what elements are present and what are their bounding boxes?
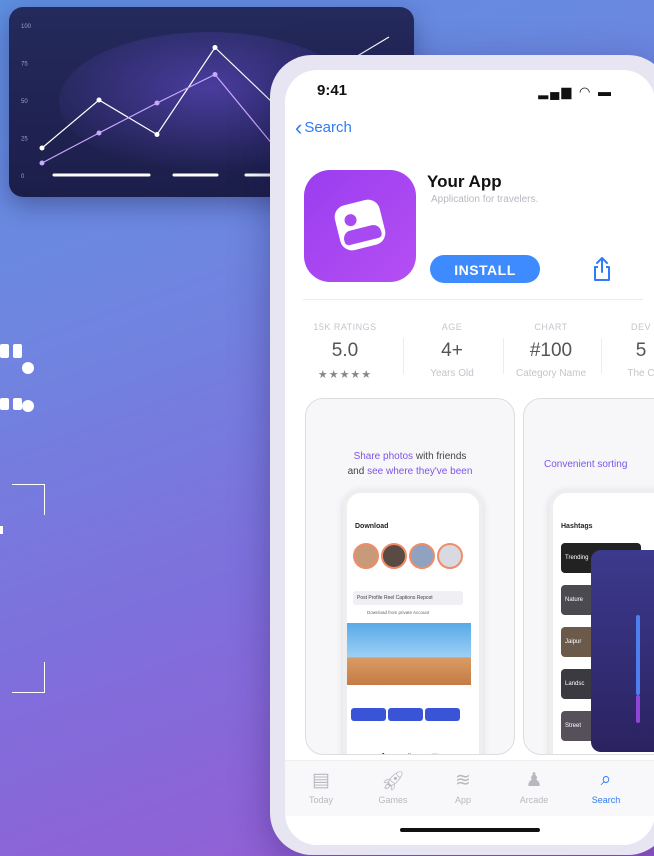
decor-dot bbox=[22, 400, 34, 412]
status-icons: ▂▄▆ ◠ ▬ bbox=[538, 84, 613, 100]
stat-value: #100 bbox=[529, 340, 573, 361]
back-label: Search bbox=[304, 119, 352, 136]
decor-square bbox=[0, 398, 9, 410]
layers-icon: ≋ bbox=[455, 770, 471, 791]
status-time: 9:41 bbox=[317, 82, 348, 99]
data-point bbox=[96, 130, 102, 136]
stat-value: 5 bbox=[635, 340, 647, 361]
data-point bbox=[39, 145, 45, 151]
tab-label: App bbox=[454, 795, 471, 805]
mini-phone: Download Post Profile Reel Captions Repo… bbox=[343, 489, 483, 754]
battery-icon: ▬ bbox=[598, 84, 613, 99]
stat-sub: Years Old bbox=[430, 368, 474, 379]
y-tick-label: 0 bbox=[21, 174, 25, 180]
caption-highlight: Share photos bbox=[353, 451, 414, 462]
decor-square bbox=[13, 398, 22, 410]
wifi-icon: ◠ bbox=[579, 84, 593, 99]
mini-title: Download bbox=[355, 523, 389, 530]
decor-mark bbox=[0, 526, 3, 534]
mini-toggle-label: Download from private Account bbox=[367, 610, 430, 615]
caption-text: with friends bbox=[413, 451, 467, 462]
tab-bar: ▤ Today 🚀︎ Games ≋ App ♟ Arcade ⌕ Search bbox=[285, 760, 654, 816]
tab-label: Search bbox=[591, 795, 621, 805]
stat-label: CHART bbox=[534, 322, 568, 332]
mini-nav: ⌂⬇#▣ bbox=[355, 752, 463, 754]
stat-ratings: 15K RATINGS 5.0 ★★★★★ bbox=[295, 322, 395, 381]
caption-highlight: Convenient sorting bbox=[544, 459, 628, 470]
mini-button: Post Profile Reel Captions Repost bbox=[353, 591, 463, 605]
y-tick-label: 100 bbox=[21, 24, 32, 30]
y-tick-label: 75 bbox=[21, 62, 28, 68]
data-point bbox=[154, 132, 160, 137]
overlay-panel bbox=[591, 550, 654, 752]
decor-bracket-top bbox=[12, 484, 45, 515]
story-avatar bbox=[353, 543, 379, 569]
caption-text: and bbox=[347, 466, 368, 477]
tab-label: Arcade bbox=[519, 795, 549, 805]
share-icon[interactable] bbox=[591, 256, 613, 282]
stat-sub: Category Name bbox=[515, 368, 587, 379]
stat-label: 15K RATINGS bbox=[313, 322, 377, 332]
tab-today[interactable]: ▤ Today bbox=[291, 769, 351, 805]
joystick-icon: ♟ bbox=[525, 770, 543, 791]
app-name: Your App bbox=[427, 172, 502, 191]
mini-actions bbox=[351, 708, 467, 722]
photo-icon bbox=[332, 197, 388, 253]
stat-chart: CHART #100 Category Name bbox=[501, 322, 601, 379]
stat-label: DEV bbox=[630, 322, 651, 332]
data-point bbox=[212, 45, 218, 50]
install-button[interactable]: INSTALL bbox=[430, 255, 540, 283]
tab-search[interactable]: ⌕ Search bbox=[576, 769, 636, 805]
screenshot-card[interactable]: Share photos with friends and see where … bbox=[305, 398, 515, 755]
tab-label: Games bbox=[378, 795, 408, 805]
chevron-left-icon: ‹ bbox=[295, 115, 303, 140]
y-tick-label: 25 bbox=[21, 137, 28, 143]
stat-developer: DEV 5 The C bbox=[591, 322, 654, 379]
decor-square bbox=[13, 344, 22, 358]
caption-highlight: see where they've been bbox=[367, 466, 473, 477]
scroll-bar bbox=[636, 695, 640, 723]
stat-sub: The C bbox=[627, 368, 654, 379]
stat-stars: ★★★★★ bbox=[317, 369, 373, 381]
home-indicator bbox=[400, 828, 540, 832]
stat-value: 4+ bbox=[441, 340, 463, 361]
decor-square bbox=[0, 344, 9, 358]
story-avatar bbox=[409, 543, 435, 569]
today-icon: ▤ bbox=[312, 770, 330, 791]
data-point bbox=[212, 72, 218, 77]
decor-bracket-bottom bbox=[12, 662, 45, 693]
decor-dot bbox=[22, 362, 34, 374]
stat-age: AGE 4+ Years Old bbox=[402, 322, 502, 379]
stat-label: AGE bbox=[441, 322, 463, 332]
signal-icon: ▂▄▆ bbox=[538, 84, 574, 99]
back-button[interactable]: ‹ Search bbox=[295, 115, 352, 141]
mini-title: Hashtags bbox=[561, 523, 593, 530]
y-tick-label: 50 bbox=[21, 99, 28, 105]
app-icon bbox=[304, 170, 416, 282]
divider bbox=[303, 299, 643, 300]
data-point bbox=[39, 160, 45, 166]
rocket-icon: 🚀︎ bbox=[380, 771, 406, 792]
app-subtitle: Application for travelers. bbox=[431, 194, 539, 205]
story-avatar bbox=[437, 543, 463, 569]
stat-value: 5.0 bbox=[331, 340, 359, 361]
scroll-bar bbox=[636, 615, 640, 695]
screenshot-caption: Convenient sorting bbox=[544, 457, 654, 472]
mini-photo bbox=[347, 623, 471, 685]
data-point bbox=[154, 100, 160, 106]
tab-label: Today bbox=[308, 795, 334, 805]
data-point bbox=[96, 97, 102, 103]
search-icon: ⌕ bbox=[600, 769, 612, 790]
tab-arcade[interactable]: ♟ Arcade bbox=[504, 769, 564, 805]
story-avatar bbox=[381, 543, 407, 569]
screenshot-caption: Share photos with friends and see where … bbox=[316, 449, 504, 479]
tab-games[interactable]: 🚀︎ Games bbox=[363, 769, 423, 805]
tab-app[interactable]: ≋ App bbox=[433, 769, 493, 805]
